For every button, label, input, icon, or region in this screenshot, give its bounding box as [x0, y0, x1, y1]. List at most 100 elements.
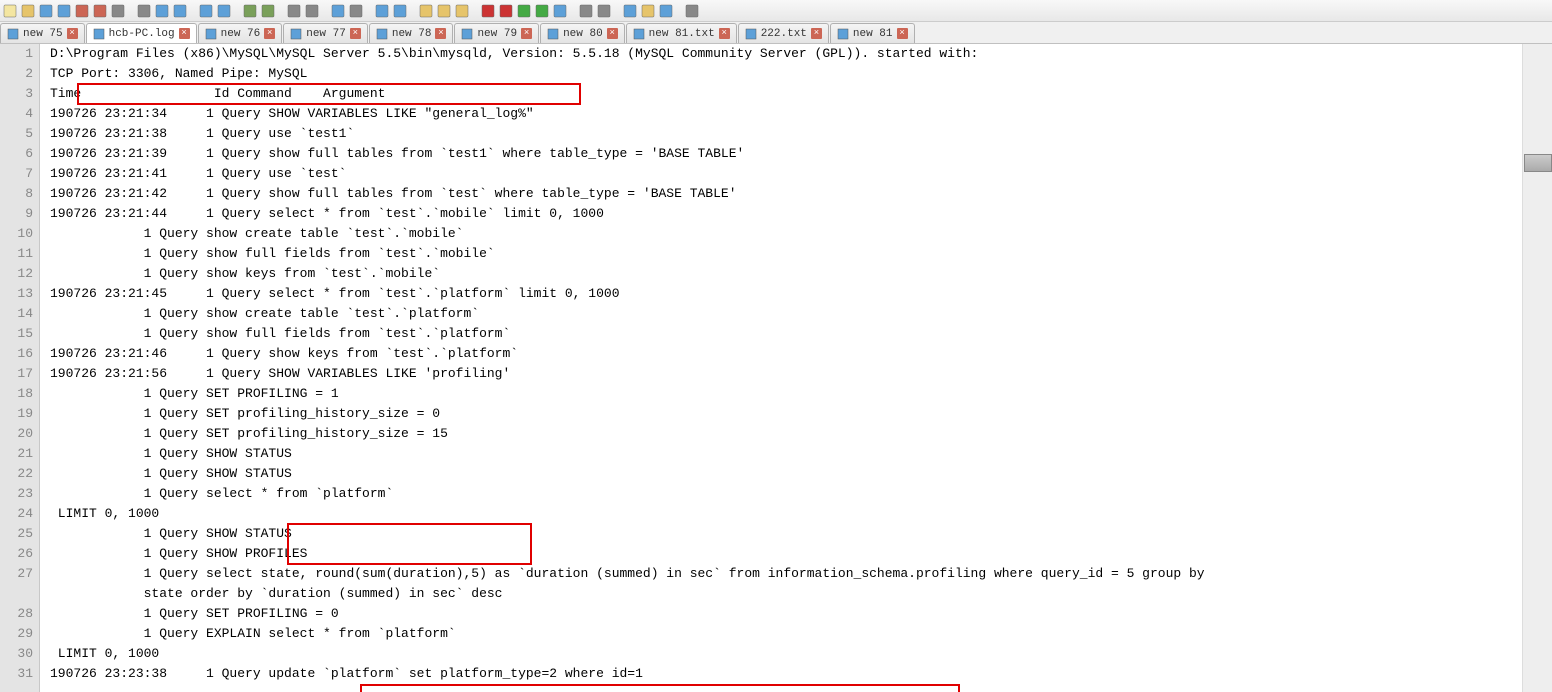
close-icon[interactable]: × [811, 28, 822, 39]
bookmark-icon[interactable] [418, 3, 434, 19]
code-line[interactable]: Time Id Command Argument [50, 84, 1522, 104]
monitor-icon[interactable] [684, 3, 700, 19]
code-line[interactable]: 190726 23:21:39 1 Query show full tables… [50, 144, 1522, 164]
code-line[interactable]: 190726 23:21:56 1 Query SHOW VARIABLES L… [50, 364, 1522, 384]
cut-icon[interactable] [136, 3, 152, 19]
sync-icon[interactable] [330, 3, 346, 19]
code-line[interactable]: 1 Query SHOW STATUS [50, 464, 1522, 484]
line-number: 30 [0, 644, 33, 664]
code-line[interactable]: 1 Query SHOW STATUS [50, 524, 1522, 544]
indent-icon[interactable] [374, 3, 390, 19]
tab-hcb-PC-log[interactable]: hcb-PC.log × [86, 23, 197, 43]
macro-save-icon[interactable] [552, 3, 568, 19]
code-line[interactable]: 1 Query select state, round(sum(duration… [50, 564, 1522, 584]
code-line[interactable]: 1 Query SHOW STATUS [50, 444, 1522, 464]
close-icon[interactable]: × [607, 28, 618, 39]
document-minimap[interactable] [1522, 44, 1552, 692]
undo-icon[interactable] [198, 3, 214, 19]
folder-as-workspace-icon[interactable] [640, 3, 656, 19]
wrap-icon[interactable] [348, 3, 364, 19]
code-line[interactable]: LIMIT 0, 1000 [50, 504, 1522, 524]
code-line[interactable]: 1 Query select * from `platform` [50, 484, 1522, 504]
find-icon[interactable] [242, 3, 258, 19]
close-all-icon[interactable] [92, 3, 108, 19]
code-line[interactable]: 1 Query show full fields from `test`.`pl… [50, 324, 1522, 344]
redo-icon[interactable] [216, 3, 232, 19]
tab-new-80[interactable]: new 80× [540, 23, 625, 43]
show-all-icon[interactable] [578, 3, 594, 19]
macro-stop-icon[interactable] [498, 3, 514, 19]
close-icon[interactable]: × [435, 28, 446, 39]
code-line[interactable]: 1 Query SET profiling_history_size = 0 [50, 404, 1522, 424]
code-line[interactable]: 1 Query show keys from `test`.`mobile` [50, 264, 1522, 284]
replace-icon[interactable] [260, 3, 276, 19]
tab-label: hcb-PC.log [109, 28, 175, 40]
editor-content[interactable]: D:\Program Files (x86)\MySQL\MySQL Serve… [40, 44, 1522, 692]
code-line[interactable]: 1 Query SET PROFILING = 0 [50, 604, 1522, 624]
line-number: 14 [0, 304, 33, 324]
line-number: 16 [0, 344, 33, 364]
minimap-viewport[interactable] [1524, 154, 1552, 172]
tab-new-77[interactable]: new 77× [283, 23, 368, 43]
print-icon[interactable] [110, 3, 126, 19]
tab-new-78[interactable]: new 78× [369, 23, 454, 43]
line-number: 21 [0, 444, 33, 464]
code-line[interactable]: 1 Query SHOW PROFILES [50, 544, 1522, 564]
code-line[interactable]: 1 Query show create table `test`.`platfo… [50, 304, 1522, 324]
code-line[interactable]: 1 Query show full fields from `test`.`mo… [50, 244, 1522, 264]
code-line[interactable]: LIMIT 0, 1000 [50, 644, 1522, 664]
close-icon[interactable]: × [67, 28, 78, 39]
file-icon [7, 28, 19, 40]
code-line[interactable]: 190726 23:21:46 1 Query show keys from `… [50, 344, 1522, 364]
save-all-icon[interactable] [56, 3, 72, 19]
save-file-icon[interactable] [38, 3, 54, 19]
open-file-icon[interactable] [20, 3, 36, 19]
close-file-icon[interactable] [74, 3, 90, 19]
line-number: 3 [0, 84, 33, 104]
line-number: 13 [0, 284, 33, 304]
code-line[interactable]: 190726 23:21:41 1 Query use `test` [50, 164, 1522, 184]
zoom-in-icon[interactable] [286, 3, 302, 19]
macro-play-icon[interactable] [516, 3, 532, 19]
code-line[interactable]: 190726 23:21:45 1 Query select * from `t… [50, 284, 1522, 304]
close-icon[interactable]: × [719, 28, 730, 39]
close-icon[interactable]: × [521, 28, 532, 39]
macro-record-icon[interactable] [480, 3, 496, 19]
line-number: 2 [0, 64, 33, 84]
tab-new-76[interactable]: new 76× [198, 23, 283, 43]
new-file-icon[interactable] [2, 3, 18, 19]
close-icon[interactable]: × [264, 28, 275, 39]
next-bookmark-icon[interactable] [436, 3, 452, 19]
code-line[interactable]: TCP Port: 3306, Named Pipe: MySQL [50, 64, 1522, 84]
code-line[interactable]: 190726 23:21:38 1 Query use `test1` [50, 124, 1522, 144]
close-icon[interactable]: × [897, 28, 908, 39]
function-list-icon[interactable] [622, 3, 638, 19]
tab-new-79[interactable]: new 79× [454, 23, 539, 43]
show-indent-icon[interactable] [596, 3, 612, 19]
paste-icon[interactable] [172, 3, 188, 19]
tab-label: new 78 [392, 28, 432, 40]
copy-icon[interactable] [154, 3, 170, 19]
macro-repeat-icon[interactable] [534, 3, 550, 19]
code-line[interactable]: 190726 23:23:38 1 Query update `platform… [50, 664, 1522, 684]
tab-new-81-txt[interactable]: new 81.txt× [626, 23, 737, 43]
code-line[interactable]: 1 Query show create table `test`.`mobile… [50, 224, 1522, 244]
zoom-out-icon[interactable] [304, 3, 320, 19]
tab-222-txt[interactable]: 222.txt× [738, 23, 829, 43]
outdent-icon[interactable] [392, 3, 408, 19]
close-icon[interactable]: × [350, 28, 361, 39]
tab-new-75[interactable]: new 75 × [0, 23, 85, 43]
tab-new-81[interactable]: new 81× [830, 23, 915, 43]
code-line-wrap[interactable]: state order by `duration (summed) in sec… [50, 584, 1522, 604]
prev-bookmark-icon[interactable] [454, 3, 470, 19]
doc-map-icon[interactable] [658, 3, 674, 19]
code-line[interactable]: 1 Query SET PROFILING = 1 [50, 384, 1522, 404]
code-line[interactable]: D:\Program Files (x86)\MySQL\MySQL Serve… [50, 44, 1522, 64]
tab-label: new 75 [23, 28, 63, 40]
code-line[interactable]: 1 Query SET profiling_history_size = 15 [50, 424, 1522, 444]
code-line[interactable]: 1 Query EXPLAIN select * from `platform` [50, 624, 1522, 644]
code-line[interactable]: 190726 23:21:42 1 Query show full tables… [50, 184, 1522, 204]
code-line[interactable]: 190726 23:21:44 1 Query select * from `t… [50, 204, 1522, 224]
code-line[interactable]: 190726 23:21:34 1 Query SHOW VARIABLES L… [50, 104, 1522, 124]
close-icon[interactable]: × [179, 28, 190, 39]
